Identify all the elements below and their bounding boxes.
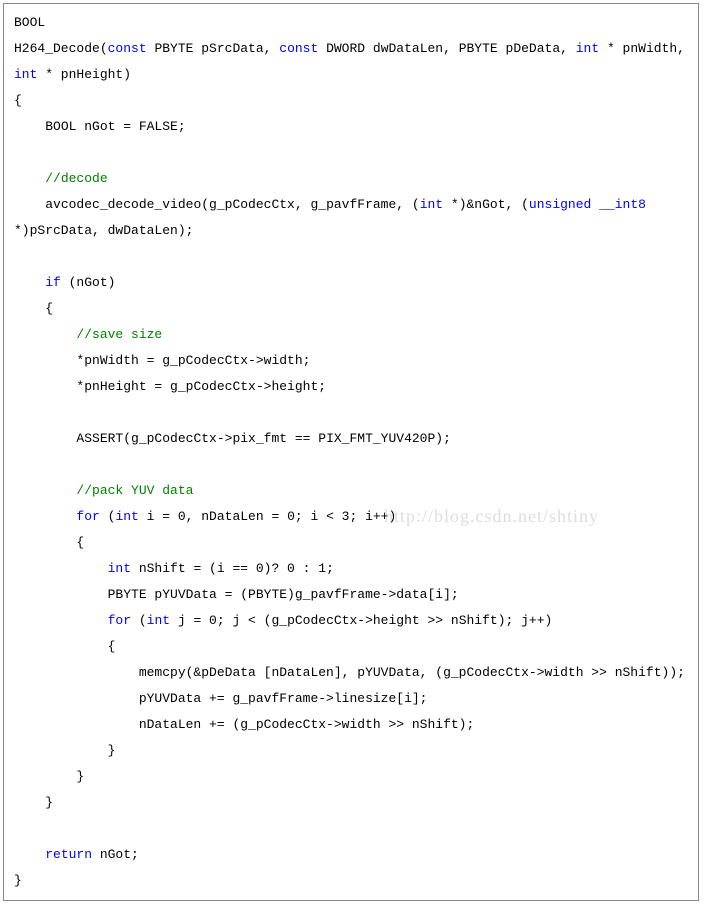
code-content: BOOL H264_Decode(const PBYTE pSrcData, c… [14,10,688,894]
code-block: http://blog.csdn.net/shtiny BOOL H264_De… [3,3,699,901]
